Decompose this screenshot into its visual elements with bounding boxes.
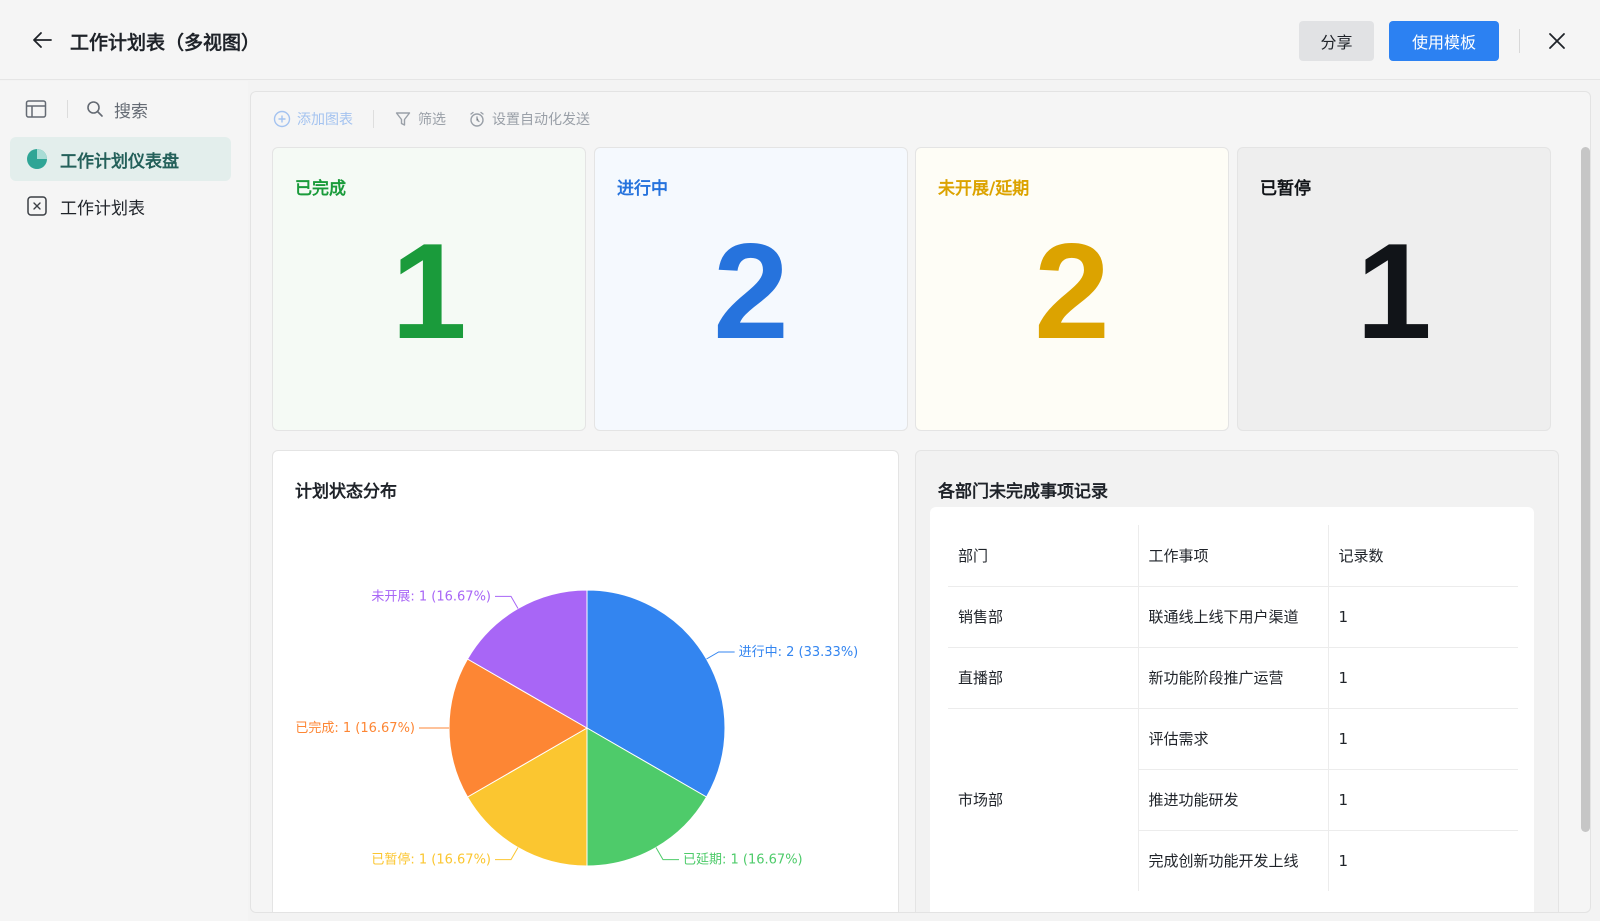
- close-button[interactable]: [1543, 27, 1571, 55]
- sidebar-item-table[interactable]: 工作计划表: [10, 184, 231, 228]
- dept-cell: 销售部: [948, 586, 1139, 648]
- stat-value: 1: [1356, 215, 1432, 367]
- stat-value: 2: [713, 215, 789, 367]
- task-cell: 评估需求: [1138, 708, 1329, 770]
- layout-panel-icon: [25, 100, 47, 118]
- dept-cell: 直播部: [948, 647, 1139, 709]
- pie-slice-label: 已延期: 1 (16.67%): [683, 853, 803, 868]
- back-button[interactable]: [28, 26, 56, 54]
- grid-table-icon: [27, 196, 47, 216]
- filter-label: 筛选: [418, 112, 446, 128]
- table-panel: 各部门未完成事项记录 部门 工作事项 记录数 销售部 联通线上线下用户渠道 1 …: [915, 450, 1559, 912]
- stat-card-in-progress: 进行中 2: [594, 147, 908, 431]
- panel-title: 各部门未完成事项记录: [938, 482, 1108, 502]
- task-cell: 完成创新功能开发上线: [1138, 830, 1329, 891]
- sidebar-toggle-button[interactable]: [24, 97, 48, 121]
- table-container: 部门 工作事项 记录数 销售部 联通线上线下用户渠道 1 直播部 新功能阶段推广…: [930, 507, 1534, 912]
- filter-icon: [395, 112, 411, 126]
- close-icon: [1549, 33, 1565, 49]
- dept-cell: 市场部: [948, 708, 1139, 891]
- count-cell: 1: [1328, 769, 1518, 831]
- use-template-button[interactable]: 使用模板: [1389, 21, 1499, 61]
- count-cell: 1: [1338, 851, 1349, 870]
- stat-title: 已完成: [295, 179, 346, 199]
- plus-circle-icon: [273, 110, 291, 128]
- pie-slice-label: 已完成: 1 (16.67%): [295, 721, 415, 736]
- task-cell: 新功能阶段推广运营: [1138, 647, 1329, 709]
- sidebar-item-dashboard[interactable]: 工作计划仪表盘: [10, 137, 231, 181]
- search-label: 搜索: [114, 101, 148, 122]
- stat-value: 1: [391, 215, 467, 367]
- task-cell: 推进功能研发: [1138, 769, 1329, 831]
- pie-leader-line: [655, 847, 679, 861]
- pie-leader-line: [495, 595, 519, 609]
- alarm-clock-icon: [470, 111, 484, 127]
- dept-table: 部门 工作事项 记录数 销售部 联通线上线下用户渠道 1 直播部 新功能阶段推广…: [948, 525, 1518, 891]
- page-title: 工作计划表（多视图）: [70, 32, 261, 54]
- stat-card-delayed: 未开展/延期 2: [915, 147, 1229, 431]
- pie-leader-line: [706, 651, 735, 660]
- column-header: 记录数: [1328, 525, 1518, 587]
- pie-slice-label: 未开展: 1 (16.67%): [371, 589, 491, 604]
- table-row: 直播部 新功能阶段推广运营 1: [948, 647, 1518, 709]
- add-chart-button[interactable]: 添加图表: [273, 109, 353, 129]
- header-bar: 工作计划表（多视图） 分享 使用模板: [0, 0, 1600, 80]
- pie-chart: 进行中: 2 (33.33%) 已延期: 1 (16.67%) 已暂停: 1 (16…: [295, 589, 859, 868]
- stat-card-paused: 已暂停 1: [1237, 147, 1551, 431]
- sidebar-item-label: 工作计划仪表盘: [60, 151, 179, 172]
- sidebar-divider: [67, 100, 68, 118]
- stat-title: 未开展/延期: [938, 179, 1030, 199]
- filter-button[interactable]: 筛选: [394, 109, 446, 129]
- pie-chart-icon: [27, 149, 47, 169]
- column-header: 部门: [948, 525, 1139, 587]
- sidebar-item-label: 工作计划表: [60, 198, 145, 219]
- header-divider: [1519, 29, 1520, 53]
- pie-slice-label: 已暂停: 1 (16.67%): [371, 852, 491, 868]
- auto-send-label: 设置自动化发送: [492, 112, 590, 128]
- table-row: 市场部 评估需求 1: [948, 708, 1518, 891]
- stat-card-completed: 已完成 1: [272, 147, 586, 431]
- count-cell: 1: [1328, 708, 1518, 770]
- sidebar: 搜索 工作计划仪表盘 工作计划表: [0, 81, 248, 921]
- toolbar-divider: [373, 110, 374, 128]
- stat-value: 2: [1034, 215, 1110, 367]
- arrow-left-icon: [33, 32, 52, 48]
- vertical-scrollbar[interactable]: [1581, 147, 1590, 832]
- pie-slice-label: 进行中: 2 (33.33%): [739, 645, 859, 660]
- column-header: 工作事项: [1138, 525, 1329, 587]
- stat-title: 进行中: [617, 179, 668, 199]
- table-row: 销售部 联通线上线下用户渠道 1: [948, 586, 1518, 648]
- search-icon: [87, 101, 103, 117]
- add-chart-label: 添加图表: [297, 112, 353, 128]
- table-header-row: 部门 工作事项 记录数: [948, 525, 1518, 587]
- count-cell: 1: [1328, 647, 1518, 709]
- auto-send-button[interactable]: 设置自动化发送: [468, 109, 590, 129]
- task-cell: 联通线上线下用户渠道: [1138, 586, 1329, 648]
- count-cell: 1: [1328, 586, 1518, 648]
- share-button[interactable]: 分享: [1299, 21, 1374, 61]
- stat-title: 已暂停: [1260, 179, 1311, 199]
- pie-leader-line: [495, 847, 519, 861]
- pie-chart-panel: 计划状态分布 进行中: 2 (33.33%) 已延期: 1 (16.67%) 已暂停…: [272, 450, 899, 912]
- sidebar-search[interactable]: 搜索: [86, 95, 148, 123]
- dashboard-toolbar: 添加图表 筛选 设置自动化发送: [273, 106, 590, 132]
- dashboard-area: 添加图表 筛选 设置自动化发送 已完成 1 进行中 2 未开展/延期 2 已暂停…: [250, 91, 1591, 913]
